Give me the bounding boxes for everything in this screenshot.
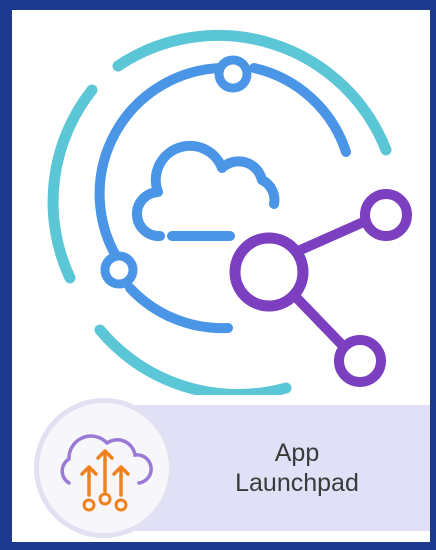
- cloud-outline: [132, 140, 280, 241]
- share-node-main: [229, 232, 309, 312]
- outer-ring-arc-left: [47, 84, 98, 284]
- share-link-lower: [287, 288, 349, 352]
- arrow-middle: [96, 449, 114, 493]
- dot-middle: [98, 492, 112, 506]
- cloud-upload-arrows-icon: [60, 434, 153, 512]
- inner-ring-arc-bottom: [125, 283, 233, 334]
- arrow-left: [80, 465, 98, 497]
- cloud-network-icon: [47, 30, 412, 395]
- app-launchpad-banner[interactable]: App Launchpad: [34, 398, 430, 538]
- share-node-upper: [360, 189, 412, 241]
- dot-left: [82, 498, 96, 512]
- app-tile[interactable]: App Launchpad: [12, 10, 430, 542]
- dot-right: [114, 498, 128, 512]
- outer-ring-arc-bottom: [94, 324, 292, 395]
- share-node-lower: [334, 335, 386, 387]
- node-left: [100, 251, 138, 289]
- launchpad-badge: [34, 398, 174, 538]
- arrow-right: [112, 465, 130, 497]
- app-launchpad-title: App Launchpad: [235, 439, 359, 497]
- node-top: [214, 55, 252, 93]
